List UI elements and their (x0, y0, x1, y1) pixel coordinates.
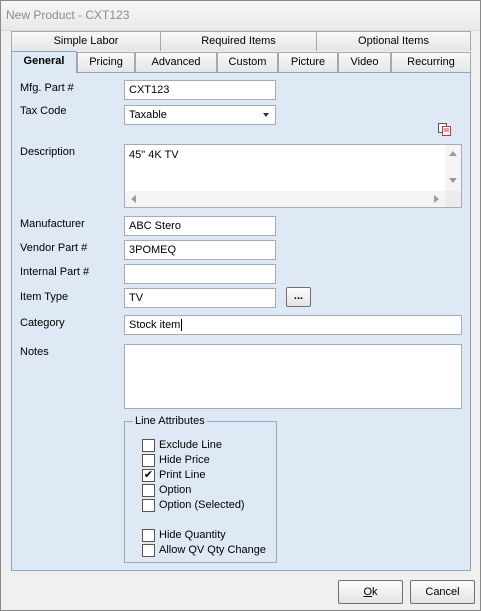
tab-required-items[interactable]: Required Items (160, 31, 317, 51)
print-line-checkbox[interactable]: ✔ (142, 469, 155, 482)
tab-simple-labor[interactable]: Simple Labor (11, 31, 161, 51)
scroll-up-icon[interactable] (449, 151, 457, 156)
notes-textarea[interactable] (124, 344, 462, 409)
allow-qv-qty-change-checkbox[interactable] (142, 544, 155, 557)
tax-code-label: Tax Code (20, 105, 67, 117)
horizontal-scrollbar[interactable] (125, 191, 445, 207)
copy-icon[interactable] (438, 123, 452, 136)
scroll-corner (445, 191, 461, 207)
print-line-label: Print Line (159, 469, 206, 481)
vendor-part-input[interactable]: 3POMEQ (124, 240, 276, 260)
tab-label: Recurring (407, 56, 455, 68)
tab-label: Custom (228, 56, 267, 68)
item-type-input[interactable]: TV (124, 288, 276, 308)
chevron-down-icon (263, 113, 269, 117)
ok-hotkey: O (363, 586, 373, 598)
manufacturer-label: Manufacturer (20, 218, 85, 230)
hide-price-checkbox[interactable] (142, 454, 155, 467)
hide-price-label: Hide Price (159, 454, 210, 466)
tab-label: Advanced (151, 56, 201, 68)
ok-button[interactable]: Ok (338, 580, 403, 604)
description-label: Description (20, 146, 76, 158)
tab-label: General (23, 55, 65, 67)
exclude-line-checkbox[interactable] (142, 439, 155, 452)
tab-advanced[interactable]: Advanced (135, 52, 217, 72)
tab-label: Video (350, 56, 379, 68)
tab-label: Simple Labor (53, 35, 119, 47)
description-text: 45" 4K TV (129, 149, 179, 161)
tab-optional-items[interactable]: Optional Items (316, 31, 471, 51)
allow-qv-qty-change-label: Allow QV Qty Change (159, 544, 266, 556)
scroll-right-icon[interactable] (434, 195, 439, 203)
category-label: Category (20, 317, 65, 329)
vendor-part-label: Vendor Part # (20, 242, 88, 254)
internal-part-label: Internal Part # (20, 266, 90, 278)
tab-label: Required Items (201, 35, 276, 47)
category-value: Stock item (129, 319, 181, 331)
tax-code-selected: Taxable (129, 109, 167, 121)
option-checkbox[interactable] (142, 484, 155, 497)
option-label: Option (159, 484, 192, 496)
mfg-part-label: Mfg. Part # (20, 82, 74, 94)
internal-part-input[interactable] (124, 264, 276, 284)
category-input[interactable]: Stock item (124, 315, 462, 335)
general-tab-panel: Mfg. Part # CXT123 Tax Code Taxable Desc… (11, 72, 471, 571)
title-bar: New Product - CXT123 (1, 1, 480, 31)
tab-video[interactable]: Video (338, 52, 391, 72)
option-selected-label: Option (Selected) (159, 499, 245, 511)
checkmark-icon: ✔ (143, 469, 154, 481)
exclude-line-label: Exclude Line (159, 439, 222, 451)
tab-label: Optional Items (358, 35, 429, 47)
tab-pricing[interactable]: Pricing (77, 52, 135, 72)
item-type-browse-button[interactable]: ... (286, 287, 311, 307)
vertical-scrollbar[interactable] (445, 145, 461, 191)
tab-general[interactable]: General (11, 51, 77, 73)
tax-code-select[interactable]: Taxable (124, 105, 276, 125)
line-attributes-title: Line Attributes (133, 415, 207, 427)
hide-quantity-checkbox[interactable] (142, 529, 155, 542)
cancel-button[interactable]: Cancel (410, 580, 475, 604)
text-cursor (181, 319, 183, 331)
product-dialog: New Product - CXT123 Simple Labor Requir… (0, 0, 481, 611)
line-attributes-group: Line Attributes Exclude Line Hide Price … (124, 415, 277, 563)
tab-custom[interactable]: Custom (217, 52, 278, 72)
mfg-part-input[interactable]: CXT123 (124, 80, 276, 100)
item-type-label: Item Type (20, 291, 69, 303)
option-selected-checkbox[interactable] (142, 499, 155, 512)
hide-quantity-label: Hide Quantity (159, 529, 226, 541)
scroll-down-icon[interactable] (449, 178, 457, 183)
tab-picture[interactable]: Picture (278, 52, 338, 72)
tab-recurring[interactable]: Recurring (391, 52, 471, 72)
tab-label: Pricing (89, 56, 123, 68)
scroll-left-icon[interactable] (131, 195, 136, 203)
tab-label: Picture (290, 56, 326, 68)
ok-label-rest: k (372, 586, 378, 598)
description-textarea[interactable]: 45" 4K TV (124, 144, 462, 208)
notes-label: Notes (20, 346, 49, 358)
manufacturer-input[interactable]: ABC Stero (124, 216, 276, 236)
window-title: New Product - CXT123 (6, 8, 130, 22)
